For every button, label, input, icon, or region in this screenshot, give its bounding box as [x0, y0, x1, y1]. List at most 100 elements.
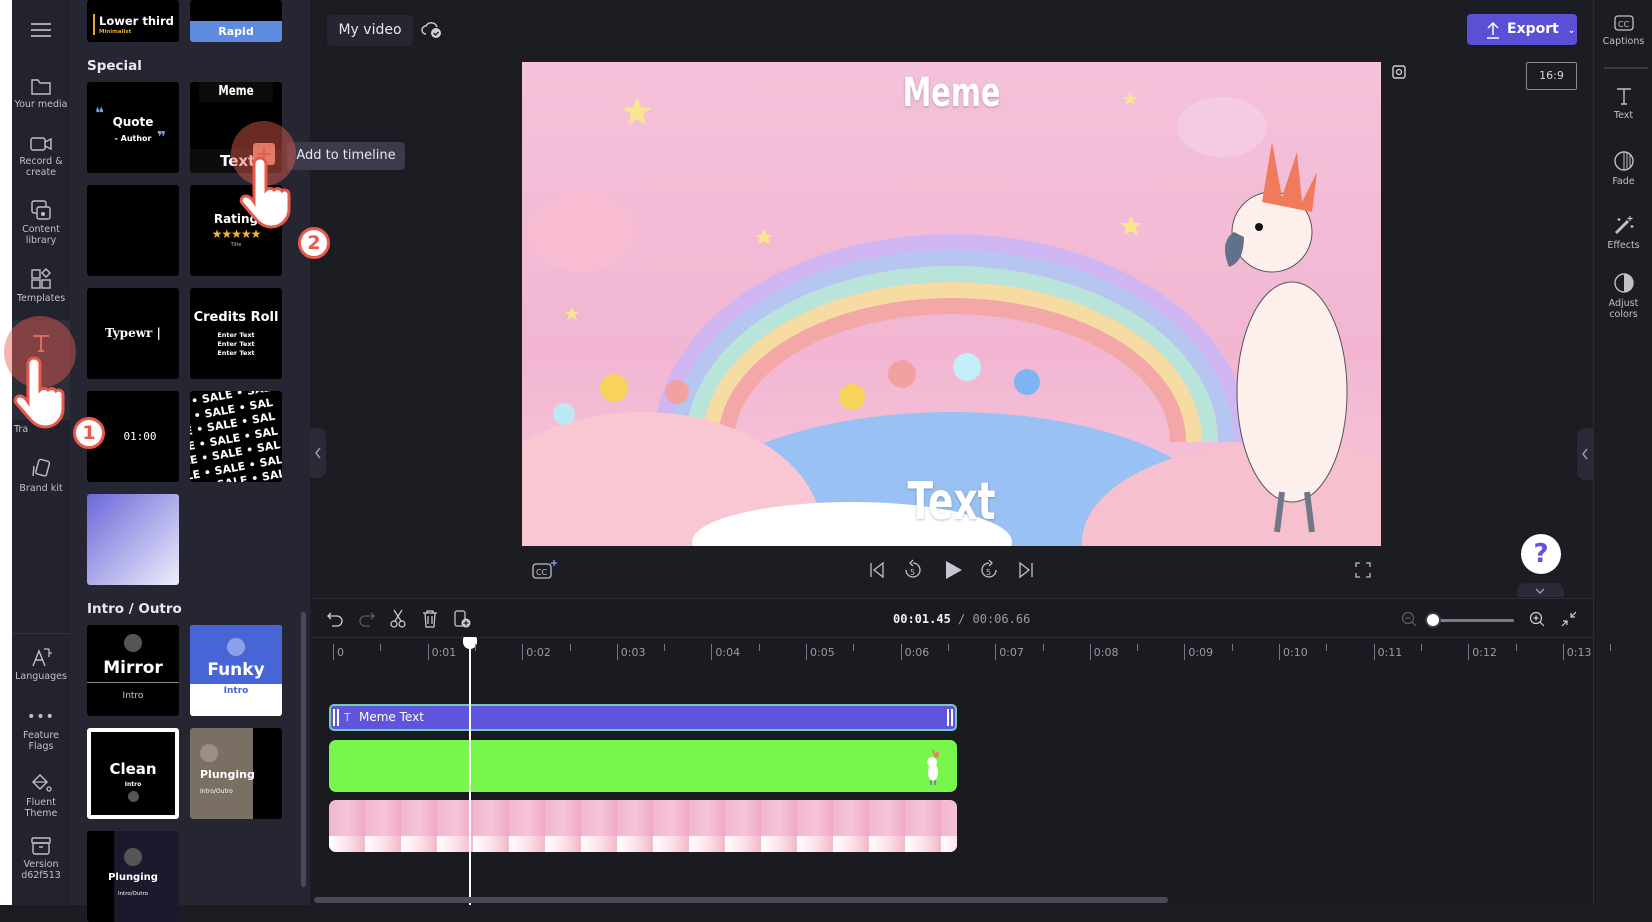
- template-card-clean[interactable]: Clean Intro: [87, 728, 179, 819]
- pointer-hand-icon: [239, 156, 291, 229]
- rail-item-version[interactable]: Version d62f513: [12, 836, 70, 881]
- preview-bottom-text[interactable]: Text: [642, 472, 1260, 532]
- timeline-horizontal-scrollbar[interactable]: [314, 897, 1168, 903]
- ruler-subtick: [380, 644, 382, 651]
- left-rail: Your media Record & create Content libra…: [12, 0, 70, 905]
- ruler-subtick: [1137, 644, 1139, 651]
- panel-scrollbar[interactable]: [301, 612, 306, 887]
- rail-item-templates[interactable]: Templates: [12, 268, 70, 304]
- ruler-tick: [616, 644, 618, 660]
- ruler-subtick: [1515, 644, 1517, 651]
- rr-item-text[interactable]: Text: [1594, 86, 1652, 121]
- logo-placeholder: [227, 638, 245, 656]
- trash-icon: [423, 610, 437, 628]
- zoom-slider-track[interactable]: [1430, 619, 1514, 622]
- forward-5-button[interactable]: 5: [979, 558, 999, 586]
- template-card-blank[interactable]: [87, 185, 179, 276]
- rail-item-your-media[interactable]: Your media: [12, 76, 70, 110]
- collapse-properties-button[interactable]: [1577, 428, 1593, 480]
- zoom-slider-thumb[interactable]: [1425, 612, 1441, 628]
- content-library-icon: [31, 200, 51, 220]
- rail-label: Version d62f513: [21, 859, 61, 881]
- auto-captions-button[interactable]: CC: [531, 559, 559, 585]
- right-properties-rail: CC Captions Text Fade Effects Adjust col…: [1593, 0, 1652, 905]
- ruler-tick: [522, 644, 524, 660]
- rewind-5-button[interactable]: 5: [903, 558, 923, 586]
- rr-item-captions[interactable]: CC Captions: [1594, 14, 1652, 47]
- template-card-quote[interactable]: ❝ Quote - Author ❞: [87, 82, 179, 173]
- skip-to-end-button[interactable]: [1017, 560, 1035, 584]
- template-card-plunging-1[interactable]: Plunging Intro/Outro: [190, 728, 282, 819]
- delete-button[interactable]: [421, 609, 439, 633]
- background-video-clip[interactable]: [329, 800, 957, 852]
- gear-icon: [1392, 65, 1406, 79]
- text-icon: [1616, 88, 1631, 105]
- template-card-mirror[interactable]: Mirror Intro: [87, 625, 179, 716]
- clip-label: Meme Text: [359, 710, 424, 724]
- rail-item-fluent-theme[interactable]: Fluent Theme: [12, 772, 70, 819]
- ruler-tick-label: 0:13: [1566, 646, 1592, 659]
- help-button[interactable]: ?: [1521, 534, 1561, 574]
- zoom-in-button[interactable]: [1528, 610, 1546, 632]
- aspect-ratio-button[interactable]: 16:9: [1526, 62, 1577, 90]
- cockatoo-thumbnail: [927, 749, 939, 785]
- card-title: Quote: [112, 115, 154, 129]
- rail-label: Your media: [14, 99, 68, 110]
- split-button[interactable]: [389, 609, 407, 633]
- playhead[interactable]: [469, 637, 472, 905]
- rail-item-record-create[interactable]: Record & create: [12, 135, 70, 178]
- card-title: Rapid: [190, 21, 282, 42]
- folder-icon: [31, 79, 51, 95]
- template-card-typewriter[interactable]: Typewr |: [87, 288, 179, 379]
- rail-item-feature-flags[interactable]: ••• Feature Flags: [12, 710, 70, 752]
- preview-settings-button[interactable]: [1390, 63, 1408, 85]
- template-card-credits-roll[interactable]: Credits Roll Enter Text Enter Text Enter…: [190, 288, 282, 379]
- fit-timeline-button[interactable]: [1560, 610, 1578, 632]
- zoom-out-icon: [1401, 611, 1417, 627]
- template-card-rapid[interactable]: Rapid: [190, 0, 282, 42]
- ruler-tick-label: 0:01: [431, 646, 457, 659]
- card-subtitle: Title: [230, 242, 242, 248]
- rr-item-adjust-colors[interactable]: Adjust colors: [1594, 272, 1652, 320]
- card-subtitle: Intro: [122, 691, 144, 701]
- preview-top-text[interactable]: Meme: [642, 70, 1260, 116]
- hamburger-menu-button[interactable]: [28, 20, 54, 40]
- rail-item-brand-kit[interactable]: Brand kit: [12, 458, 70, 494]
- text-clip-meme[interactable]: T Meme Text: [329, 704, 957, 731]
- skip-to-start-button[interactable]: [868, 560, 886, 584]
- card-title: Meme: [199, 82, 273, 102]
- collapse-timeline-button[interactable]: [1517, 583, 1564, 597]
- cloud-saved-icon: [421, 20, 443, 44]
- rail-item-content-library[interactable]: Content library: [12, 199, 70, 246]
- undo-button[interactable]: [326, 610, 344, 632]
- clip-handle-right[interactable]: [947, 709, 953, 726]
- fullscreen-button[interactable]: [1354, 561, 1372, 583]
- ruler-tick-label: 0:06: [904, 646, 930, 659]
- rail-label: Fluent Theme: [24, 797, 58, 819]
- video-preview[interactable]: Meme Text: [522, 62, 1381, 546]
- export-label: Export: [1507, 21, 1559, 37]
- add-media-button[interactable]: [453, 609, 471, 633]
- rr-item-fade[interactable]: Fade: [1594, 150, 1652, 187]
- ruler-tick: [1184, 644, 1186, 660]
- rail-item-languages[interactable]: Languages: [12, 646, 70, 682]
- redo-button[interactable]: [358, 610, 376, 632]
- collapse-panel-button[interactable]: [310, 428, 326, 478]
- card-title: Mirror: [103, 658, 163, 678]
- play-button[interactable]: [942, 558, 964, 586]
- export-button[interactable]: Export ⌄: [1467, 14, 1577, 45]
- template-card-sale[interactable]: LE • SALE • SAL LE • SALE • SAL LE • SAL…: [190, 391, 282, 482]
- rr-item-effects[interactable]: Effects: [1594, 214, 1652, 251]
- video-title-input[interactable]: My video: [327, 15, 413, 46]
- ruler-tick-label: 0:02: [526, 646, 551, 659]
- template-card-gradient[interactable]: [87, 494, 179, 585]
- clip-handle-left[interactable]: [333, 709, 339, 726]
- template-card-funky[interactable]: Funky Intro: [190, 625, 282, 716]
- greenscreen-clip[interactable]: [329, 740, 957, 792]
- template-card-plunging-2[interactable]: Plunging Intro/Outro: [87, 831, 179, 922]
- card-subtitle: Intro: [124, 781, 142, 788]
- rewind-5-icon: 5: [905, 559, 921, 578]
- time-separator: /: [958, 612, 966, 626]
- template-card-lower-third[interactable]: Lower third Minimalist: [87, 0, 179, 42]
- zoom-out-button[interactable]: [1400, 610, 1418, 632]
